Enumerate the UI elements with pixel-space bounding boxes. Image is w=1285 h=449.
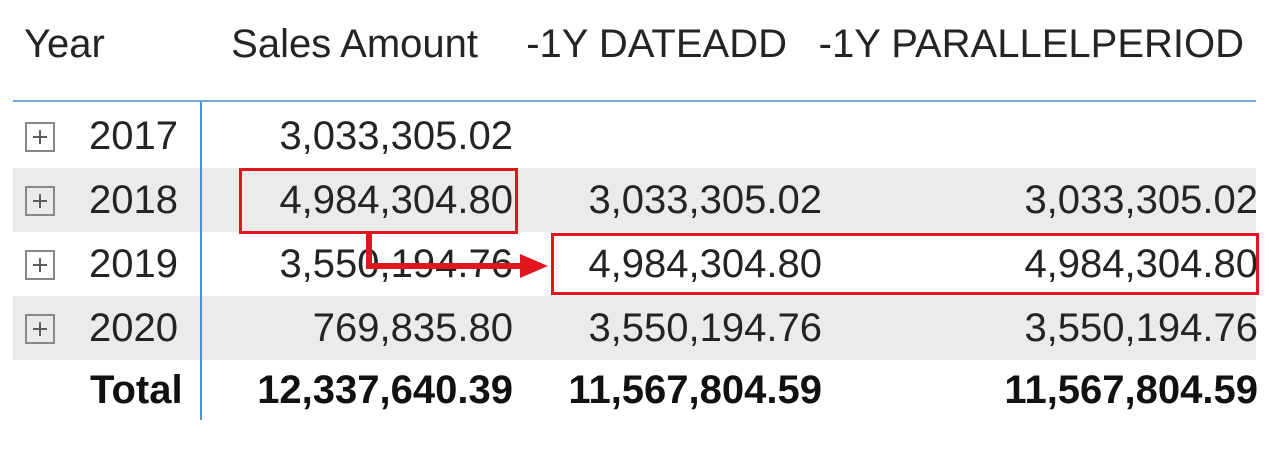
matrix-table: Year Sales Amount -1Y DATEADD -1Y PARALL… (0, 0, 1285, 449)
arrow-icon (366, 232, 548, 278)
